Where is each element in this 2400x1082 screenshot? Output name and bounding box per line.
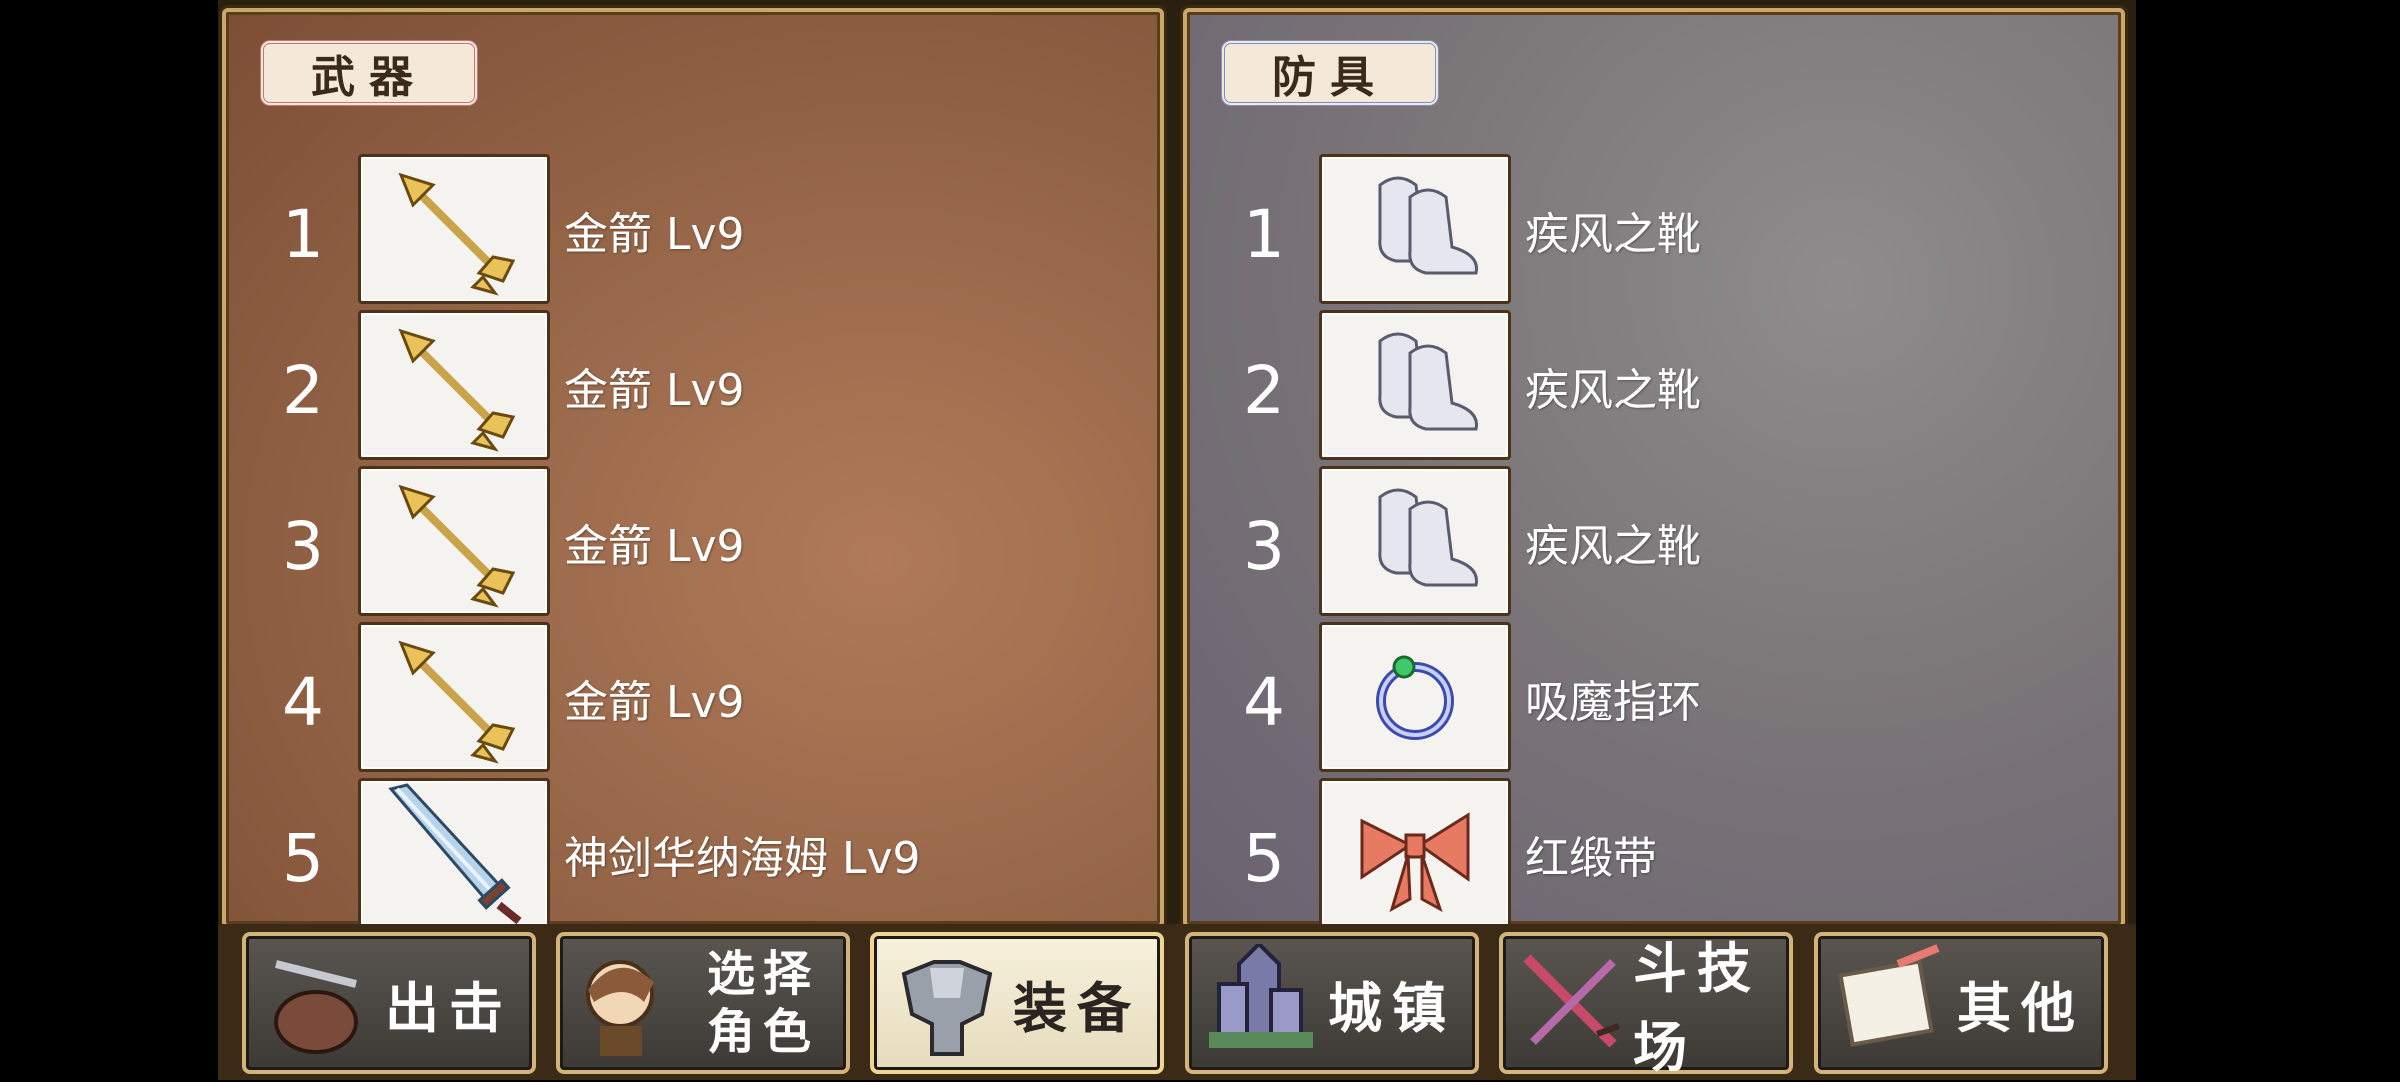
sortie-icon [274,960,358,1054]
tab-sortie[interactable]: 出击 [242,932,536,1074]
weapon-slot-5[interactable]: 5 神剑华纳海姆 Lv9 [226,778,1160,924]
tab-label: 装备 [1013,976,1141,1040]
slot-number: 3 [282,508,324,585]
armor-slot-1[interactable]: 1 疾风之靴 [1187,154,2121,304]
tab-town[interactable]: 城镇 [1185,932,1479,1074]
item-name: 疾风之靴 [1525,365,1701,416]
golden-arrow-icon [358,466,550,616]
arena-icon [1523,954,1621,1048]
armor-panel: 防具 1 疾风之靴 2 疾风之靴 3 疾风之靴 4 吸魔指环 5 红缎带 [1183,8,2125,928]
tab-label: 出击 [385,976,513,1040]
golden-arrow-icon [358,310,550,460]
tab-label: 选择 角色 [690,936,836,1070]
weapon-slot-2[interactable]: 2 金箭 Lv9 [226,310,1160,460]
character-icon [586,960,654,1056]
item-name: 金箭 Lv9 [564,365,745,416]
ribbon-icon [1319,778,1511,924]
armor-slot-2[interactable]: 2 疾风之靴 [1187,310,2121,460]
tab-select-character[interactable]: 选择 角色 [556,932,850,1074]
armor-slot-4[interactable]: 4 吸魔指环 [1187,622,2121,772]
tab-label: 城镇 [1328,976,1456,1040]
item-name: 疾风之靴 [1525,521,1701,572]
boots-icon [1319,466,1511,616]
tab-equipment[interactable]: 装备 [870,932,1164,1074]
slot-number: 1 [282,196,324,273]
tab-arena[interactable]: 斗技场 [1499,932,1793,1079]
weapon-slot-1[interactable]: 1 金箭 Lv9 [226,154,1160,304]
armor-slot-5[interactable]: 5 红缎带 [1187,778,2121,924]
slot-number: 5 [282,820,324,897]
armor-slot-3[interactable]: 3 疾风之靴 [1187,466,2121,616]
golden-arrow-icon [358,154,550,304]
boots-icon [1319,310,1511,460]
tab-other[interactable]: 其他 [1814,932,2108,1074]
tab-label-line1: 选择 [706,946,819,1002]
slot-number: 4 [1243,664,1285,741]
item-name: 红缎带 [1525,833,1657,884]
town-icon [1209,944,1313,1048]
tab-label: 斗技场 [1633,937,1761,1079]
tab-label: 其他 [1957,976,2085,1040]
slot-number: 4 [282,664,324,741]
golden-arrow-icon [358,622,550,772]
slot-number: 1 [1243,196,1285,273]
item-name: 金箭 Lv9 [564,209,745,260]
sword-icon [358,778,550,924]
weapons-title: 武器 [260,40,478,106]
slot-number: 3 [1243,508,1285,585]
weapon-slot-3[interactable]: 3 金箭 Lv9 [226,466,1160,616]
scroll-icon [1838,944,1940,1047]
slot-number: 2 [282,352,324,429]
ring-icon [1319,622,1511,772]
item-name: 金箭 Lv9 [564,677,745,728]
tab-label-line2: 角色 [706,1004,819,1060]
item-name: 神剑华纳海姆 Lv9 [564,833,921,884]
armor-icon [901,960,993,1056]
item-name: 金箭 Lv9 [564,521,745,572]
slot-number: 2 [1243,352,1285,429]
item-name: 疾风之靴 [1525,209,1701,260]
armor-title: 防具 [1221,40,1439,106]
weapons-panel: 武器 1 金箭 Lv9 2 金箭 Lv9 3 金箭 Lv9 4 金箭 Lv9 5… [222,8,1164,928]
slot-number: 5 [1243,820,1285,897]
item-name: 吸魔指环 [1525,677,1701,728]
weapon-slot-4[interactable]: 4 金箭 Lv9 [226,622,1160,772]
boots-icon [1319,154,1511,304]
